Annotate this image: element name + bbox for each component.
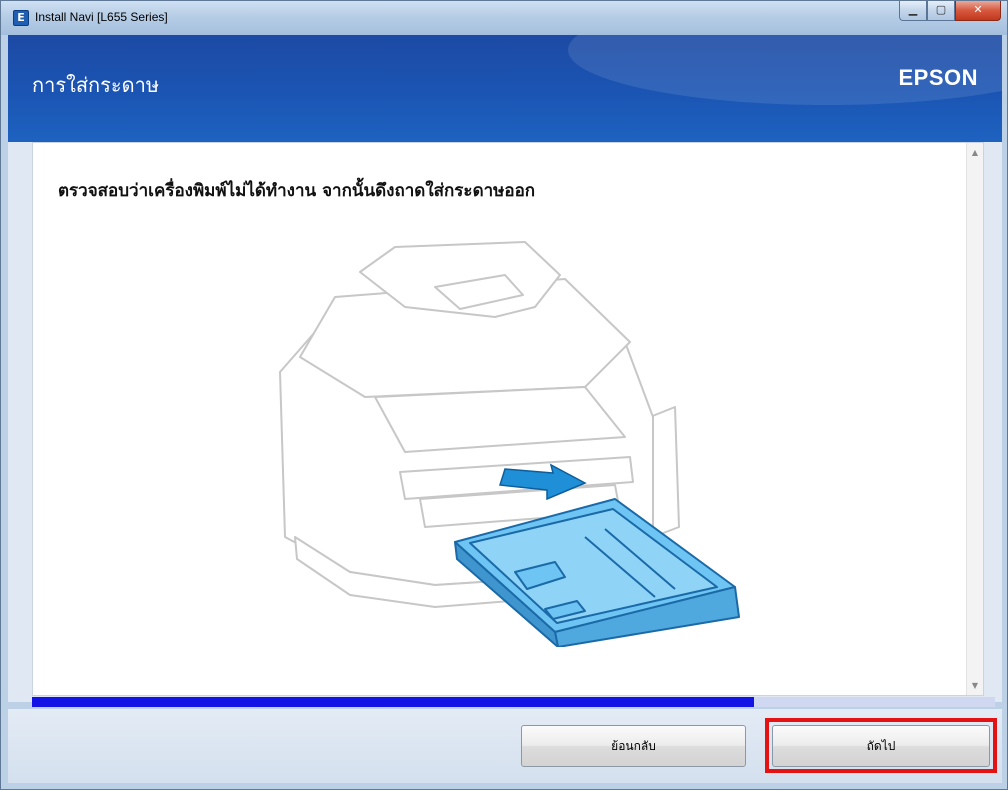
header-band: การใส่กระดาษ EPSON: [8, 35, 1002, 142]
title-bar: E Install Navi [L655 Series] ▁ ▢ ✕: [1, 1, 1007, 35]
page-title: การใส่กระดาษ: [32, 73, 160, 97]
window-controls: ▁ ▢ ✕: [899, 1, 1001, 23]
progress-bar: [32, 697, 995, 707]
scroll-up-icon[interactable]: ▲: [967, 148, 983, 157]
close-button[interactable]: ✕: [955, 1, 1001, 21]
minimize-button[interactable]: ▁: [899, 1, 927, 21]
close-icon: ✕: [973, 3, 983, 16]
content-frame: ตรวจสอบว่าเครื่องพิมพ์ไม่ได้ทำงาน จากนั้…: [8, 142, 1002, 702]
printer-tray-illustration: [279, 241, 740, 647]
installer-window: E Install Navi [L655 Series] ▁ ▢ ✕ การใส…: [0, 0, 1008, 790]
footer: ย้อนกลับ ถัดไป: [8, 709, 1002, 783]
app-icon: E: [13, 10, 29, 26]
instruction-panel: ตรวจสอบว่าเครื่องพิมพ์ไม่ได้ทำงาน จากนั้…: [32, 142, 984, 696]
next-button-highlight: [765, 718, 997, 773]
content-scrollbar[interactable]: ▲ ▼: [966, 143, 983, 695]
minimize-icon: ▁: [908, 3, 918, 16]
progress-fill: [32, 697, 755, 707]
epson-logo: EPSON: [898, 65, 978, 90]
ink-tank: [649, 406, 680, 538]
instruction-text: ตรวจสอบว่าเครื่องพิมพ์ไม่ได้ทำงาน จากนั้…: [58, 181, 536, 201]
maximize-button[interactable]: ▢: [927, 1, 955, 21]
maximize-icon: ▢: [935, 3, 947, 16]
scroll-down-icon[interactable]: ▼: [967, 681, 983, 690]
back-button[interactable]: ย้อนกลับ: [521, 725, 746, 767]
window-title: Install Navi [L655 Series]: [35, 10, 168, 24]
